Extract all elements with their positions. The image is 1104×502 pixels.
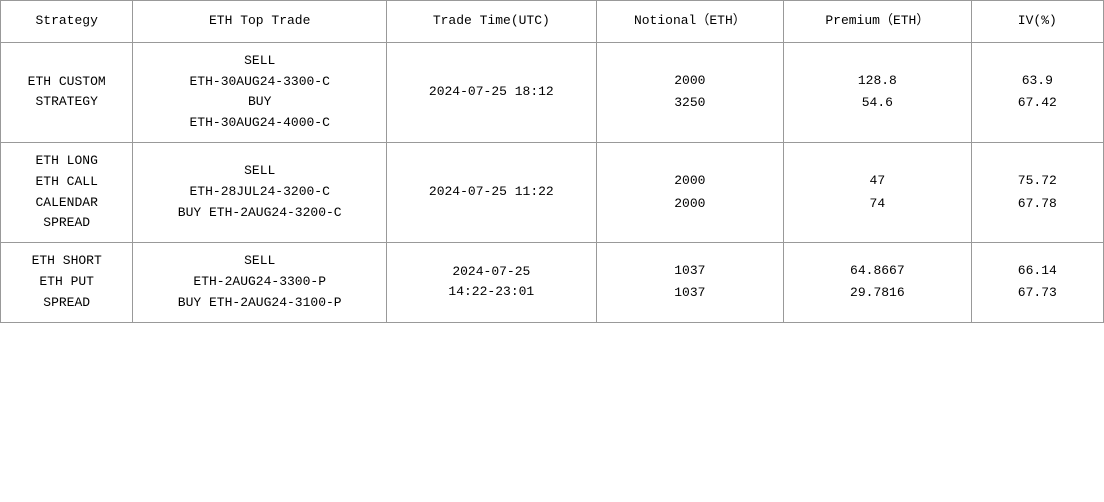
cell-premium: 64.866729.7816: [784, 243, 972, 322]
header-premium: Premium（ETH）: [784, 1, 972, 43]
notional-value: 1037: [674, 283, 705, 304]
cell-toptrade: SELL ETH-2AUG24-3300-P BUY ETH-2AUG24-31…: [133, 243, 387, 322]
cell-iv: 63.967.42: [971, 42, 1103, 142]
premium-value: 54.6: [862, 93, 893, 114]
cell-tradetime: 2024-07-25 14:22-23:01: [387, 243, 597, 322]
premium-value: 29.7816: [850, 283, 905, 304]
cell-strategy: ETH CUSTOM STRATEGY: [1, 42, 133, 142]
notional-value: 1037: [674, 261, 705, 282]
cell-toptrade: SELL ETH-30AUG24-3300-C BUY ETH-30AUG24-…: [133, 42, 387, 142]
cell-strategy: ETH SHORT ETH PUT SPREAD: [1, 243, 133, 322]
cell-tradetime: 2024-07-25 18:12: [387, 42, 597, 142]
table-row: ETH CUSTOM STRATEGYSELL ETH-30AUG24-3300…: [1, 42, 1104, 142]
cell-notional: 20003250: [596, 42, 784, 142]
table-row: ETH LONG ETH CALL CALENDAR SPREADSELL ET…: [1, 142, 1104, 242]
notional-value: 2000: [674, 171, 705, 192]
header-notional: Notional（ETH）: [596, 1, 784, 43]
cell-iv: 75.7267.78: [971, 142, 1103, 242]
cell-tradetime: 2024-07-25 11:22: [387, 142, 597, 242]
iv-value: 63.9: [1022, 71, 1053, 92]
premium-value: 74: [870, 194, 886, 215]
notional-value: 2000: [674, 194, 705, 215]
notional-value: 2000: [674, 71, 705, 92]
cell-notional: 10371037: [596, 243, 784, 322]
cell-premium: 128.854.6: [784, 42, 972, 142]
header-iv: IV(%): [971, 1, 1103, 43]
iv-value: 66.14: [1018, 261, 1057, 282]
iv-value: 67.73: [1018, 283, 1057, 304]
cell-premium: 4774: [784, 142, 972, 242]
iv-value: 67.42: [1018, 93, 1057, 114]
cell-strategy: ETH LONG ETH CALL CALENDAR SPREAD: [1, 142, 133, 242]
main-table-wrapper: Strategy ETH Top Trade Trade Time(UTC) N…: [0, 0, 1104, 323]
premium-value: 128.8: [858, 71, 897, 92]
header-toptrade: ETH Top Trade: [133, 1, 387, 43]
premium-value: 64.8667: [850, 261, 905, 282]
iv-value: 67.78: [1018, 194, 1057, 215]
notional-value: 3250: [674, 93, 705, 114]
header-strategy: Strategy: [1, 1, 133, 43]
cell-toptrade: SELL ETH-28JUL24-3200-C BUY ETH-2AUG24-3…: [133, 142, 387, 242]
iv-value: 75.72: [1018, 171, 1057, 192]
cell-notional: 20002000: [596, 142, 784, 242]
header-row: Strategy ETH Top Trade Trade Time(UTC) N…: [1, 1, 1104, 43]
cell-iv: 66.1467.73: [971, 243, 1103, 322]
premium-value: 47: [870, 171, 886, 192]
trades-table: Strategy ETH Top Trade Trade Time(UTC) N…: [0, 0, 1104, 323]
table-row: ETH SHORT ETH PUT SPREADSELL ETH-2AUG24-…: [1, 243, 1104, 322]
header-tradetime: Trade Time(UTC): [387, 1, 597, 43]
